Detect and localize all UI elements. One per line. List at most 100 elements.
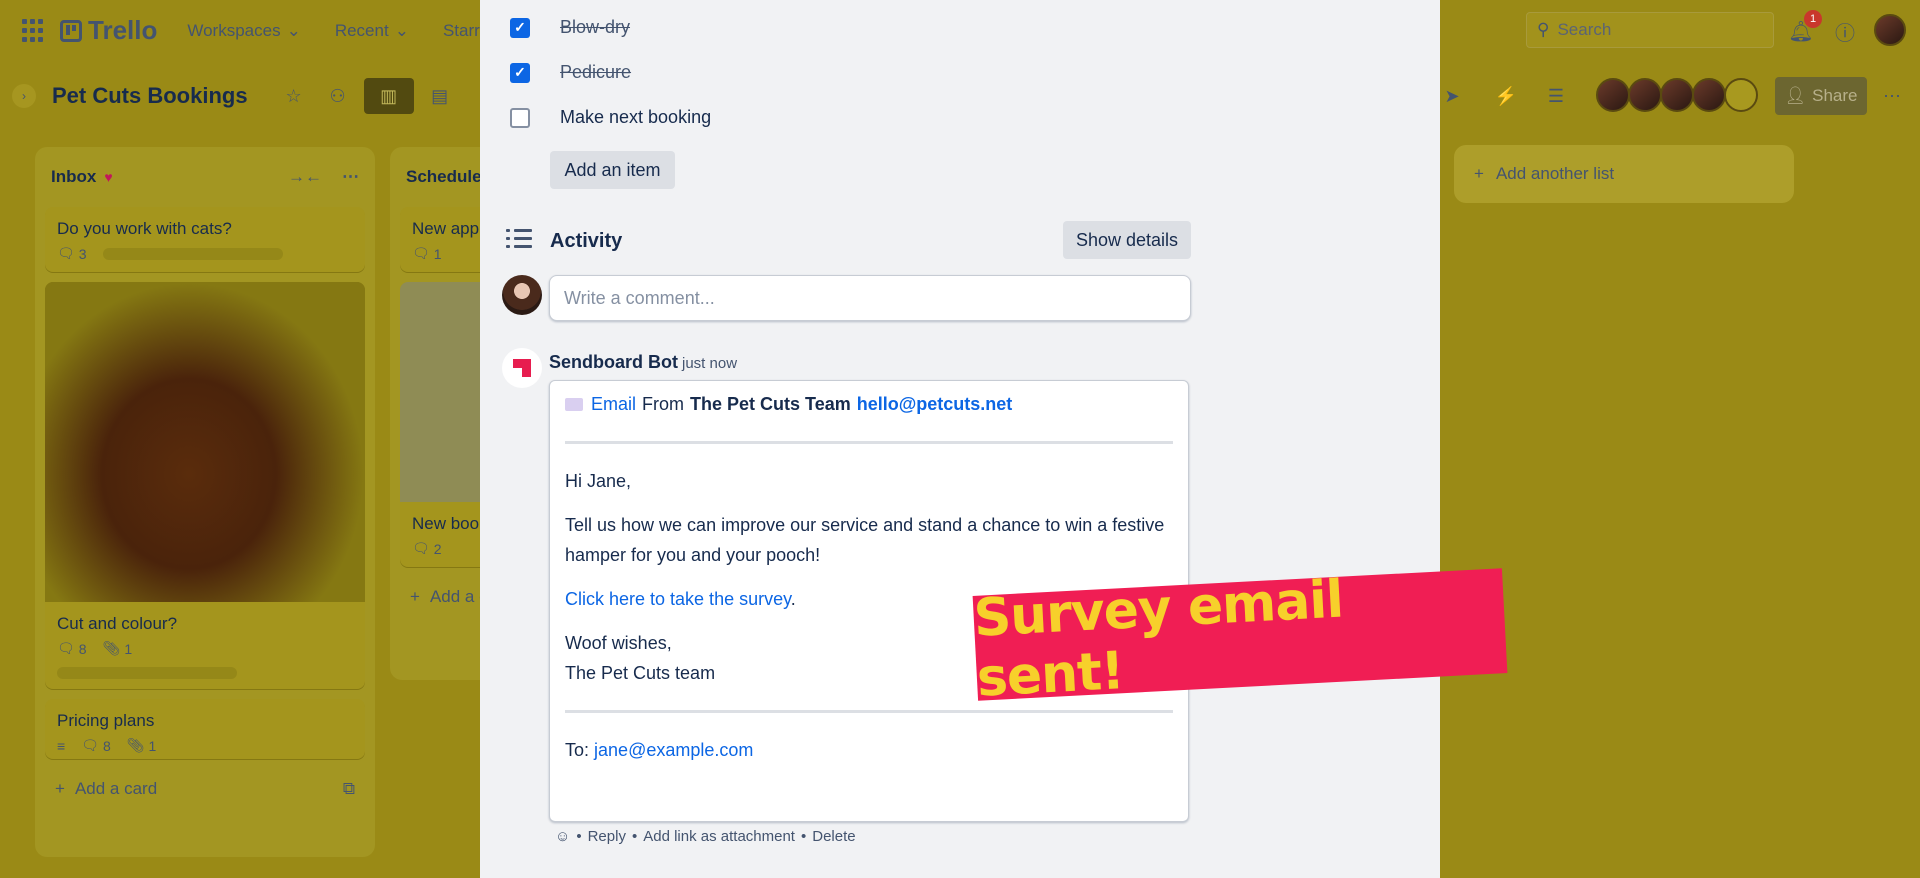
chevron-down-icon: ⌄ (286, 20, 301, 40)
email-greeting: Hi Jane, (565, 471, 632, 491)
card[interactable]: Do you work with cats? 🗨︎ 3 (45, 207, 365, 272)
checkbox-checked[interactable]: ✓ (510, 62, 530, 83)
attachment-count: 1 (124, 640, 133, 657)
card-cover-image (45, 282, 365, 602)
card[interactable]: Pricing plans ≡ 🗨︎ 8 📎︎ 1 (45, 699, 365, 759)
app-switcher-icon[interactable] (22, 18, 46, 43)
from-label: From (642, 394, 685, 414)
add-reaction-icon[interactable]: ☺ (555, 828, 570, 845)
share-label: Share (1812, 86, 1858, 105)
nav-workspaces[interactable]: Workspaces ⌄ (187, 21, 300, 41)
add-link-attachment-link[interactable]: Add link as attachment (643, 828, 795, 845)
heart-icon: ♥ (104, 169, 113, 185)
card-title: Cut and colour? (57, 614, 178, 633)
add-list-label: Add another list (1495, 164, 1615, 183)
reply-link[interactable]: Reply (588, 828, 626, 845)
recipient-email-link[interactable]: jane@example.com (594, 740, 753, 760)
list-title[interactable]: Schedule (406, 167, 482, 187)
separator: • (576, 828, 582, 845)
card-meta: 🗨︎ 8 📎︎ 1 (45, 640, 365, 667)
list-title[interactable]: Inbox (51, 167, 96, 187)
activity-author: Sendboard Bot just now (549, 352, 737, 373)
collapse-icon[interactable]: →← (288, 167, 322, 187)
user-avatar[interactable] (1874, 14, 1906, 46)
author-name[interactable]: Sendboard Bot (549, 352, 678, 372)
card-detail-modal: ✓ Blow-dry ✓ Pedicure Make next booking Ad… (480, 0, 1440, 878)
list-menu-icon[interactable]: ⋯ (342, 167, 359, 187)
separator: • (800, 828, 807, 845)
checklist-item-label[interactable]: Blow-dry (560, 17, 630, 38)
board-title[interactable]: Pet Cuts Bookings (52, 83, 248, 109)
current-user-avatar[interactable] (502, 275, 542, 315)
nav-workspaces-label: Workspaces (187, 20, 281, 40)
member-avatar[interactable] (1628, 78, 1662, 112)
delete-link[interactable]: Delete (812, 828, 855, 845)
filter-icon[interactable]: ☰ (1538, 78, 1574, 114)
bot-member-avatar[interactable] (1724, 78, 1758, 112)
add-card-button[interactable]: + Add a card ⧉ (35, 769, 375, 809)
help-icon: ⓘ (1835, 22, 1855, 45)
sender-email-link[interactable]: hello@petcuts.net (857, 389, 1013, 419)
envelope-icon (565, 397, 583, 411)
app-name: Trello (88, 15, 158, 45)
search-icon: ⚲ (1537, 20, 1550, 39)
attachment-count: 1 (148, 737, 157, 754)
to-label: To: (565, 740, 590, 760)
blurred-label (57, 667, 237, 679)
notifications-button[interactable]: 🔔︎ 1 (1786, 10, 1822, 46)
sidebar-toggle-icon[interactable]: › (12, 84, 36, 108)
survey-link[interactable]: Click here to take the survey (565, 589, 791, 609)
card-title: Do you work with cats? (57, 219, 232, 238)
add-item-button[interactable]: Add an item (550, 151, 675, 189)
star-icon[interactable]: ☆ (276, 78, 312, 114)
comment-input[interactable] (549, 275, 1191, 321)
more-options-icon[interactable]: ⋯ (1874, 78, 1910, 114)
comment-icon: 🗨︎ (57, 245, 75, 261)
member-avatar[interactable] (1692, 78, 1726, 112)
add-member-icon: 👤︎ (1784, 86, 1807, 105)
checklist-item-label[interactable]: Make next booking (560, 107, 711, 128)
activity-time[interactable]: just now (682, 355, 737, 372)
comment-count: 1 (433, 245, 442, 262)
share-button[interactable]: 👤︎ Share (1775, 77, 1867, 115)
list-header[interactable]: Inbox ♥ →← ⋯ (35, 147, 375, 207)
search-box[interactable]: ⚲ (1526, 12, 1774, 48)
comment-icon: 🗨︎ (412, 540, 430, 556)
comment-count: 8 (102, 737, 111, 754)
card-meta: 🗨︎ 3 (45, 245, 365, 272)
sendboard-bot-avatar[interactable] (502, 348, 542, 388)
search-input[interactable] (1557, 20, 1748, 40)
template-icon[interactable]: ⧉ (343, 779, 355, 799)
board-view-icon[interactable]: ▥ (363, 78, 414, 114)
checklist-item[interactable]: ✓ Blow-dry (510, 17, 630, 38)
checkbox-checked[interactable]: ✓ (510, 17, 530, 38)
separator: • (631, 828, 638, 845)
nav-recent[interactable]: Recent ⌄ (335, 21, 409, 41)
checklist-item[interactable]: ✓ Pedicure (510, 62, 631, 83)
board-members[interactable] (1596, 78, 1758, 112)
survey-sent-banner: Survey email sent! (972, 568, 1508, 708)
attachment-icon: 📎︎ (102, 640, 121, 656)
email-label[interactable]: Email (591, 389, 636, 419)
comment-icon: 🗨︎ (81, 737, 99, 753)
plus-icon: + (1474, 164, 1484, 183)
add-card-label: Add a card (74, 779, 158, 798)
email-body: Tell us how we can improve our service a… (565, 515, 1165, 565)
activity-title: Activity (550, 230, 623, 252)
help-button[interactable]: ⓘ (1830, 16, 1860, 46)
trello-logo[interactable]: Trello (60, 15, 157, 46)
email-header: Email From The Pet Cuts Team hello@petcu… (565, 389, 1173, 419)
card[interactable]: Cut and colour? 🗨︎ 8 📎︎ 1 (45, 282, 365, 689)
show-details-button[interactable]: Show details (1063, 221, 1191, 259)
member-avatar[interactable] (1660, 78, 1694, 112)
trello-logo-icon (60, 19, 82, 42)
checklist-item-label[interactable]: Pedicure (560, 62, 631, 83)
add-list-button[interactable]: + Add another list (1454, 145, 1794, 203)
visibility-icon[interactable]: ⚇ (320, 78, 356, 114)
checklist-item[interactable]: Make next booking (510, 107, 711, 128)
automation-icon[interactable]: ⚡ (1488, 78, 1524, 114)
member-avatar[interactable] (1596, 78, 1630, 112)
checkbox-unchecked[interactable] (510, 107, 530, 128)
table-view-icon[interactable]: ▤ (422, 78, 458, 114)
comment-count: 8 (78, 640, 87, 657)
